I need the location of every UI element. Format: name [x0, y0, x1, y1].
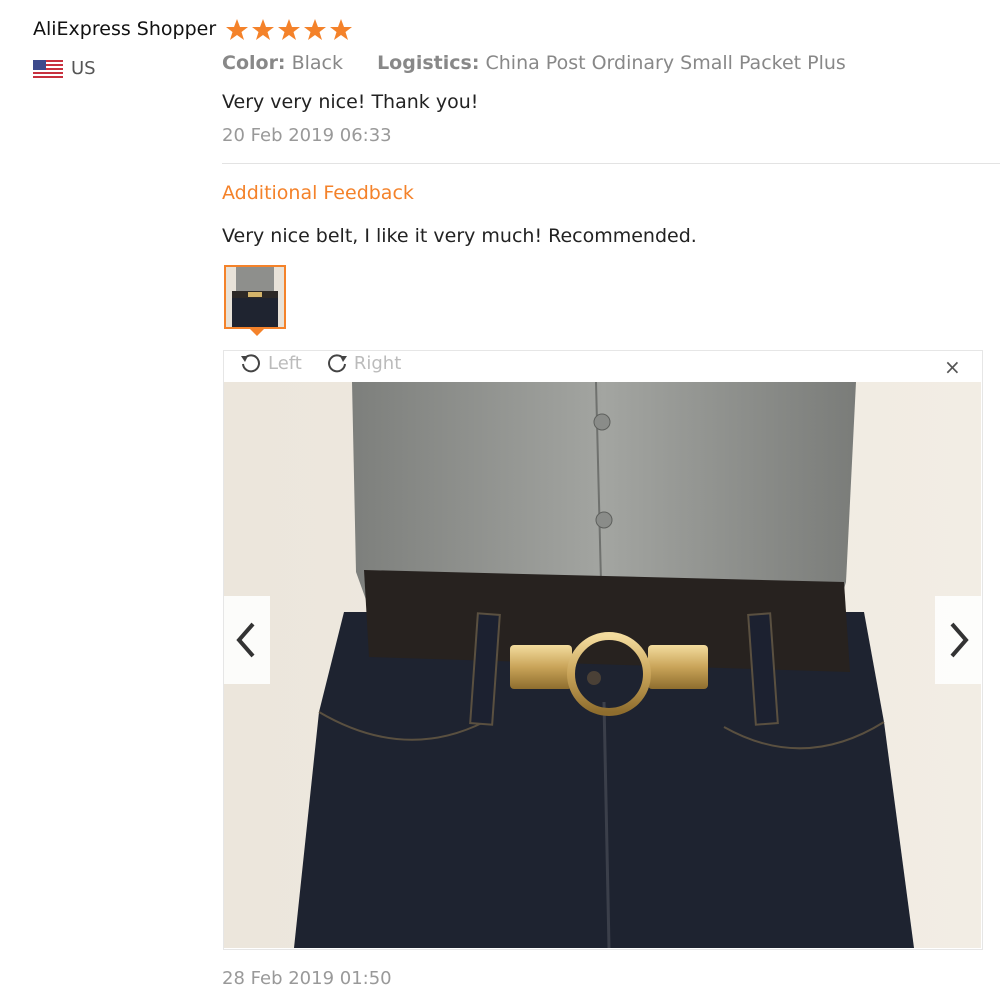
star-icon — [226, 19, 248, 40]
logistics-label: Logistics: — [377, 52, 480, 74]
reviewer-name: AliExpress Shopper — [33, 18, 217, 40]
close-icon: × — [944, 355, 961, 379]
additional-feedback-text: Very nice belt, I like it very much! Rec… — [222, 225, 697, 247]
chevron-left-icon — [236, 622, 255, 658]
feedback-photo — [224, 382, 981, 948]
star-icon — [304, 19, 326, 40]
feedback-photo-thumbnail[interactable] — [224, 265, 286, 329]
thumbnail-pointer — [248, 327, 266, 336]
logistics-value: China Post Ordinary Small Packet Plus — [485, 52, 846, 74]
rotate-left-icon — [241, 354, 260, 373]
star-icon — [330, 19, 352, 40]
belt-photo-image — [224, 382, 981, 948]
country-code: US — [71, 58, 96, 79]
close-button[interactable]: × — [944, 355, 961, 379]
thumbnail-image — [226, 267, 284, 327]
viewer-toolbar: Left Right — [240, 352, 401, 374]
rotate-right-icon — [327, 354, 347, 373]
rotate-left-label: Left — [268, 352, 302, 374]
star-rating — [225, 18, 353, 42]
star-icon — [278, 19, 300, 40]
divider — [222, 163, 1000, 164]
next-photo-button[interactable] — [935, 596, 981, 684]
us-flag-icon — [33, 59, 63, 78]
previous-photo-button[interactable] — [224, 596, 270, 684]
color-value: Black — [291, 52, 343, 74]
additional-feedback-title: Additional Feedback — [222, 182, 414, 204]
rotate-left-button[interactable]: Left — [240, 352, 302, 374]
additional-feedback-date: 28 Feb 2019 01:50 — [222, 968, 392, 989]
star-icon — [252, 19, 274, 40]
review-date: 20 Feb 2019 06:33 — [222, 125, 392, 146]
rotate-right-button[interactable]: Right — [326, 352, 401, 374]
review-meta: Color: Black Logistics: China Post Ordin… — [222, 52, 846, 74]
reviewer-country: US — [33, 58, 96, 79]
review-text: Very very nice! Thank you! — [222, 91, 479, 113]
color-label: Color: — [222, 52, 286, 74]
rotate-right-label: Right — [353, 352, 402, 374]
chevron-right-icon — [950, 622, 969, 658]
